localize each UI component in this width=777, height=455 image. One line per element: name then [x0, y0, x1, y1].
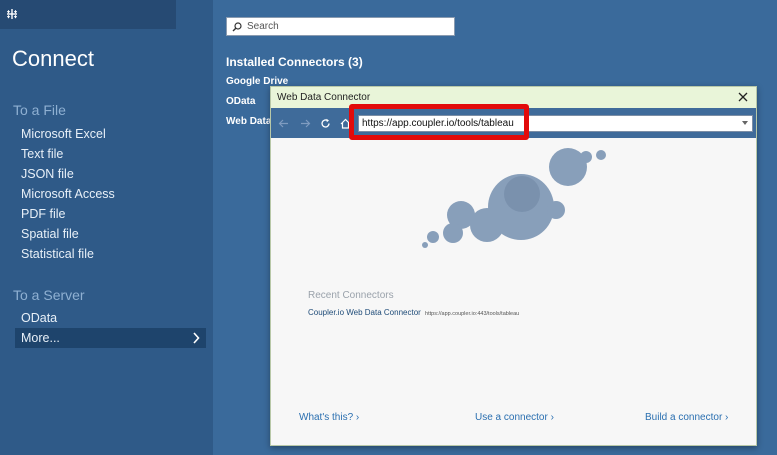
search-input[interactable]: [247, 19, 447, 34]
section-to-a-file: To a File: [13, 102, 66, 118]
connect-sidebar: Connect To a File Microsoft Excel Text f…: [0, 0, 213, 455]
connector-pdf-file[interactable]: PDF file: [0, 204, 213, 224]
recent-connectors-heading: Recent Connectors: [308, 290, 394, 301]
forward-icon[interactable]: [300, 118, 311, 129]
installed-web-data[interactable]: Web Data: [226, 116, 271, 127]
web-data-illustration: [422, 148, 606, 248]
recent-connector-item[interactable]: Coupler.io Web Data Connector https://ap…: [308, 308, 519, 317]
sidebar-topbar: [0, 0, 176, 29]
logo-icon[interactable]: [6, 8, 18, 20]
section-to-a-server: To a Server: [13, 287, 85, 303]
connect-title: Connect: [12, 46, 94, 71]
installed-odata[interactable]: OData: [226, 96, 255, 107]
close-icon[interactable]: [738, 92, 748, 102]
url-input[interactable]: [362, 117, 732, 130]
connector-json-file[interactable]: JSON file: [0, 164, 213, 184]
recent-connector-url: https://app.coupler.io:443/tools/tableau: [425, 311, 520, 317]
connector-text-file[interactable]: Text file: [0, 144, 213, 164]
dialog-title: Web Data Connector: [277, 92, 371, 103]
search-box[interactable]: [226, 17, 455, 36]
back-icon[interactable]: [278, 118, 289, 129]
connector-more-label: More...: [21, 331, 60, 345]
connector-microsoft-excel[interactable]: Microsoft Excel: [0, 124, 213, 144]
connector-statistical-file[interactable]: Statistical file: [0, 244, 213, 264]
connector-odata[interactable]: OData: [0, 308, 213, 328]
dropdown-icon[interactable]: [742, 121, 748, 126]
chevron-right-icon: [193, 332, 200, 344]
web-data-connector-dialog: Web Data Connector https://app.coupler.i…: [270, 86, 757, 446]
connector-microsoft-access[interactable]: Microsoft Access: [0, 184, 213, 204]
refresh-icon[interactable]: [320, 118, 331, 129]
dialog-toolbar: [271, 108, 756, 138]
file-connector-list: Microsoft Excel Text file JSON file Micr…: [0, 124, 213, 264]
home-icon[interactable]: [340, 118, 351, 129]
search-icon: [232, 22, 242, 32]
whats-this-link[interactable]: What's this? ›: [299, 412, 359, 423]
url-box[interactable]: [358, 115, 753, 132]
use-connector-link[interactable]: Use a connector ›: [475, 412, 554, 423]
dialog-titlebar: Web Data Connector: [271, 87, 756, 108]
installed-connectors-heading: Installed Connectors (3): [226, 55, 363, 69]
recent-connector-name: Coupler.io Web Data Connector: [308, 308, 421, 317]
build-connector-link[interactable]: Build a connector ›: [645, 412, 728, 423]
connector-spatial-file[interactable]: Spatial file: [0, 224, 213, 244]
server-connector-list: OData More...: [0, 308, 213, 348]
connector-more[interactable]: More...: [15, 328, 206, 348]
